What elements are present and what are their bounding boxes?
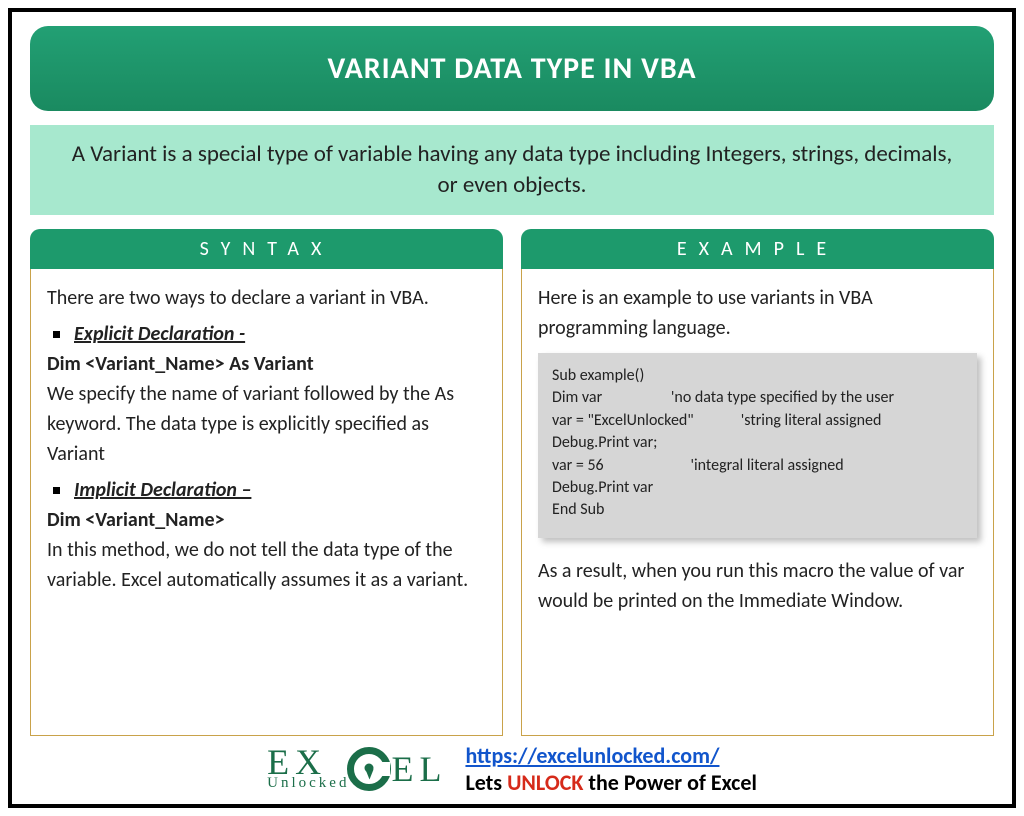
intro-box: A Variant is a special type of variable … [30,125,994,215]
tagline-post: the Power of Excel [583,769,756,796]
logo-text-unlocked: Unlocked [267,775,349,792]
syntax-column: SYNTAX There are two ways to declare a v… [30,229,503,736]
syntax-header: SYNTAX [30,229,503,269]
columns: SYNTAX There are two ways to declare a v… [30,229,994,736]
example-result: As a result, when you run this macro the… [538,556,977,616]
example-body: Here is an example to use variants in VB… [521,269,994,736]
implicit-desc: In this method, we do not tell the data … [47,535,486,595]
footer: EX Unlocked EL https://excelunlocked.com… [30,742,994,796]
example-code-block: Sub example() Dim var 'no data type spec… [538,353,977,538]
footer-caption: https://excelunlocked.com/ Lets UNLOCK t… [465,742,756,796]
example-lead: Here is an example to use variants in VB… [538,283,977,343]
example-header: EXAMPLE [521,229,994,269]
intro-text: A Variant is a special type of variable … [72,140,952,199]
implicit-title: Implicit Declaration – [74,475,251,505]
syntax-body: There are two ways to declare a variant … [30,269,503,736]
page-title: VARIANT DATA TYPE IN VBA [327,50,696,87]
explicit-desc: We specify the name of variant followed … [47,379,486,469]
tagline-unlock: UNLOCK [507,769,583,796]
syntax-lead: There are two ways to declare a variant … [47,283,486,313]
logo-left-group: EX Unlocked [267,746,349,792]
logo-lock-icon [347,747,391,791]
explicit-code: Dim <Variant_Name> As Variant [47,349,486,379]
tagline-pre: Lets [465,769,507,796]
implicit-code: Dim <Variant_Name> [47,505,486,535]
page-title-banner: VARIANT DATA TYPE IN VBA [30,26,994,111]
implicit-bullet: Implicit Declaration – [47,475,486,505]
keyhole-icon [365,763,374,772]
bullet-icon [53,487,60,494]
excel-unlocked-logo: EX Unlocked EL [267,746,447,792]
bullet-icon [53,331,60,338]
explicit-title: Explicit Declaration - [74,319,245,349]
explicit-bullet: Explicit Declaration - [47,319,486,349]
example-column: EXAMPLE Here is an example to use varian… [521,229,994,736]
logo-text-el: EL [391,748,447,790]
site-link[interactable]: https://excelunlocked.com/ [465,742,719,769]
document-frame: VARIANT DATA TYPE IN VBA A Variant is a … [8,8,1016,808]
